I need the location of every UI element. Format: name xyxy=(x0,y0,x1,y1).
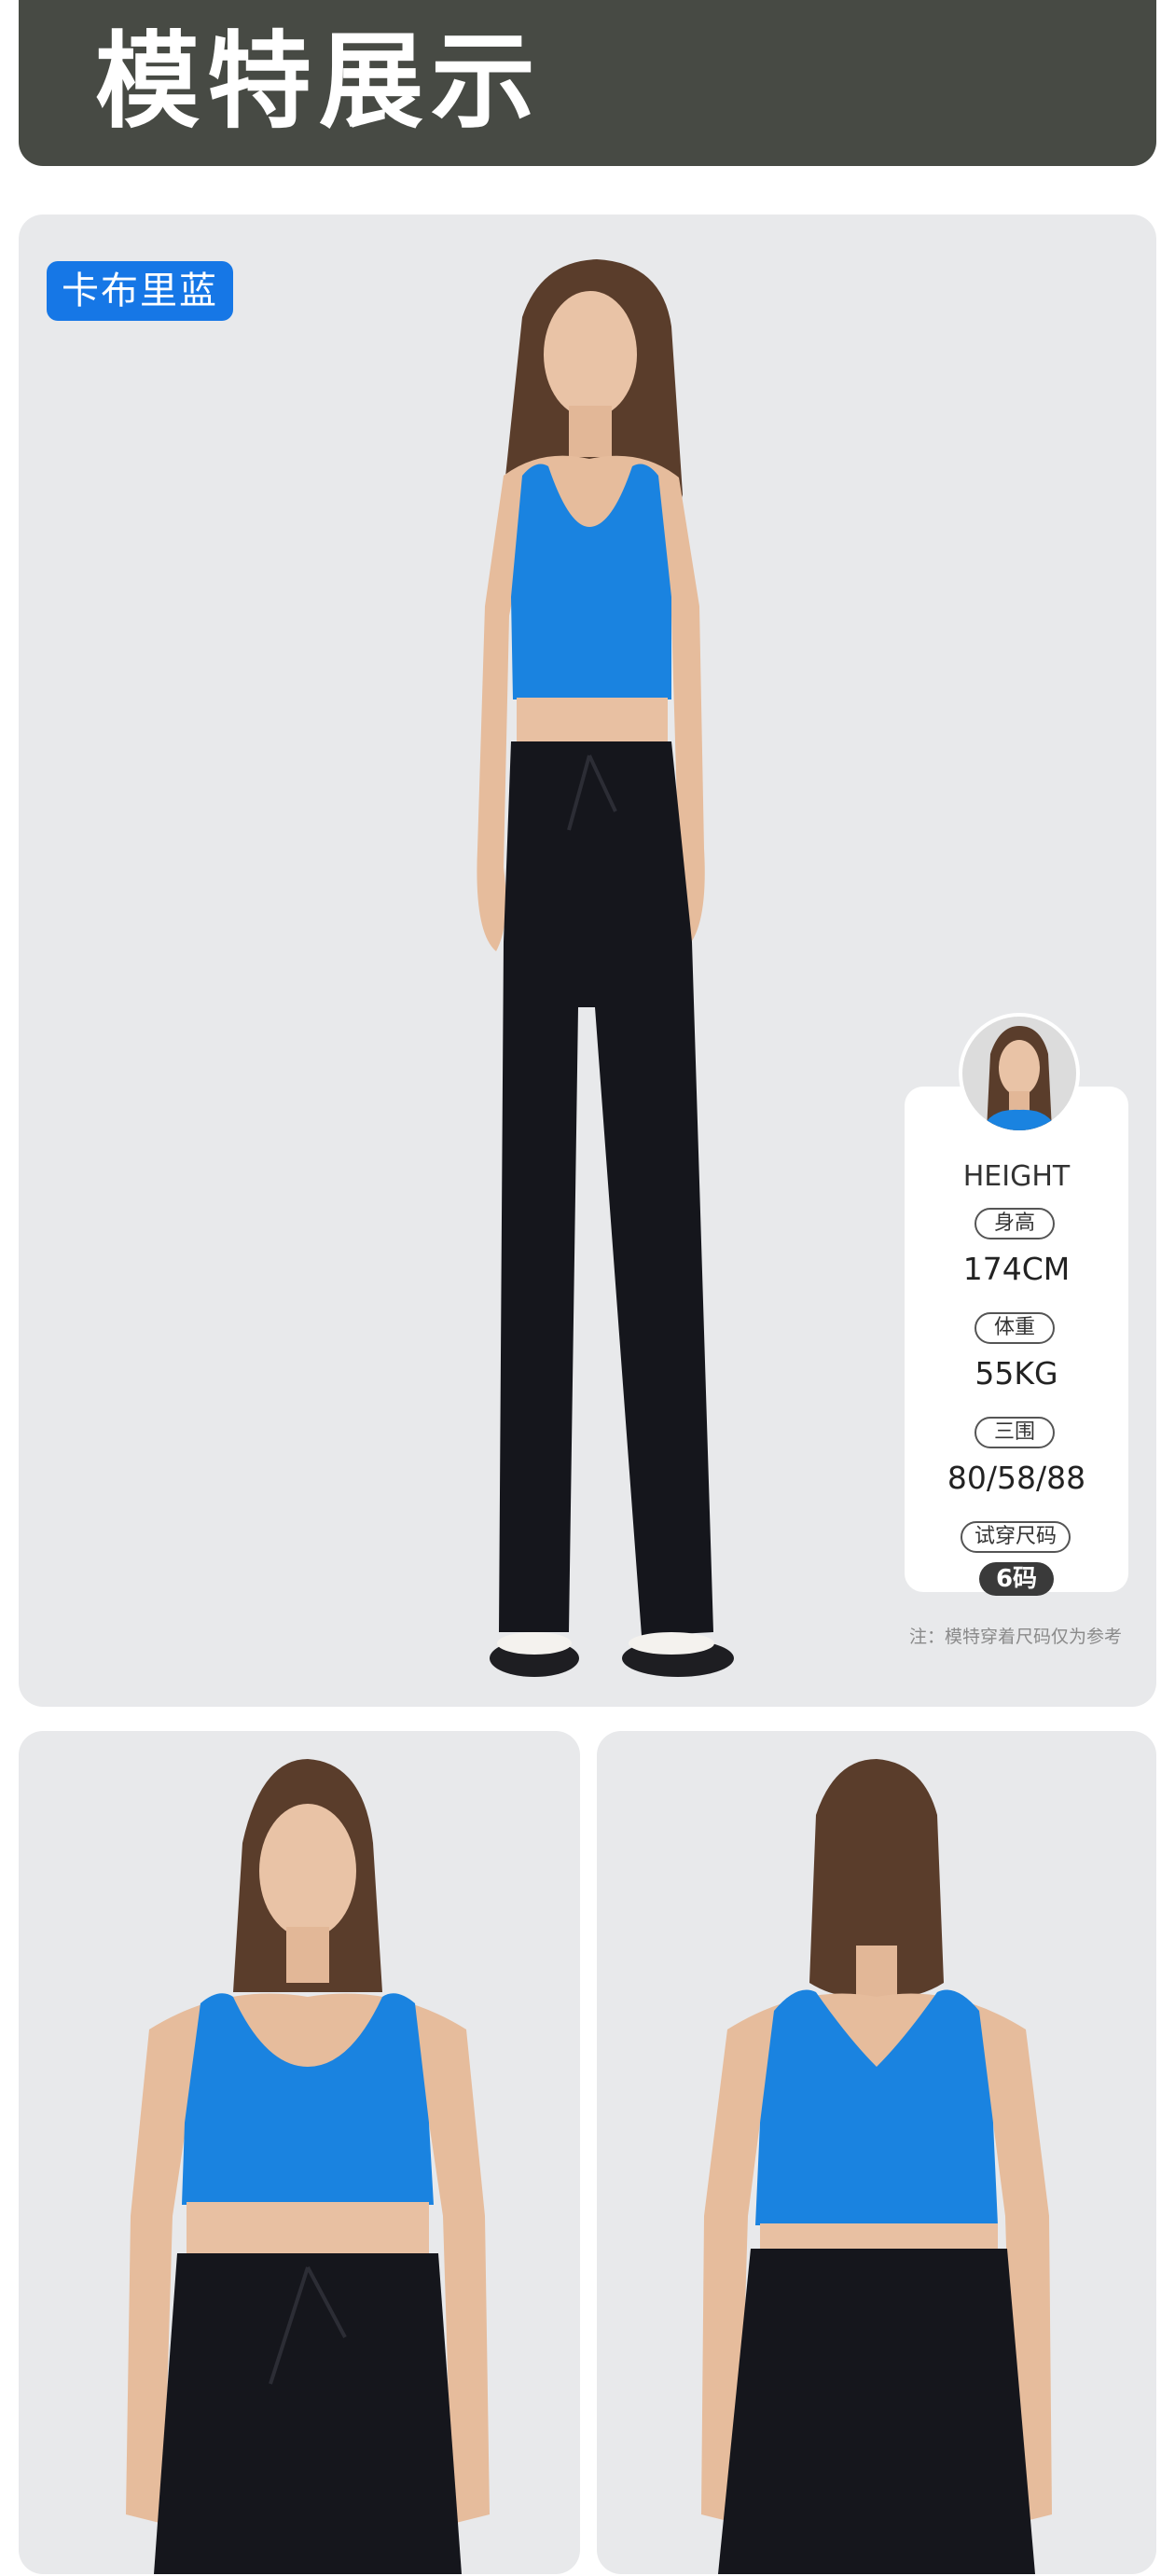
model-photo-back xyxy=(597,1731,1156,2574)
page-title: 模特展示 xyxy=(95,21,543,143)
color-label-badge: 卡布里蓝 xyxy=(47,261,233,321)
stat-measurements-label: 三围 xyxy=(975,1417,1055,1448)
stat-size-value: 6码 xyxy=(979,1562,1054,1596)
stat-size-label: 试穿尺码 xyxy=(961,1521,1071,1553)
stat-measurements-value: 80/58/88 xyxy=(947,1460,1086,1496)
stat-height-label: 身高 xyxy=(975,1208,1055,1240)
model-photo-front-closeup xyxy=(19,1731,580,2574)
model-info-card: HEIGHT 身高 174CM 体重 55KG 三围 80/58/88 试穿尺码… xyxy=(905,1087,1128,1596)
model-photo-main: 卡布里蓝 HEIGHT 身高 174CM 体重 55KG 三围 80/58/88… xyxy=(19,215,1156,1707)
model-info-heading: HEIGHT xyxy=(962,1160,1071,1193)
stat-weight-label: 体重 xyxy=(975,1312,1055,1344)
model-figure-back xyxy=(701,1759,1052,2574)
stat-weight-value: 55KG xyxy=(975,1355,1058,1392)
page-header: 模特展示 xyxy=(19,0,1156,166)
size-disclaimer: 注：模特穿着尺码仅为参考 xyxy=(909,1627,1123,1647)
model-figure-front-closeup xyxy=(126,1759,490,2574)
model-avatar xyxy=(959,1013,1080,1134)
stat-height-value: 174CM xyxy=(962,1251,1071,1287)
